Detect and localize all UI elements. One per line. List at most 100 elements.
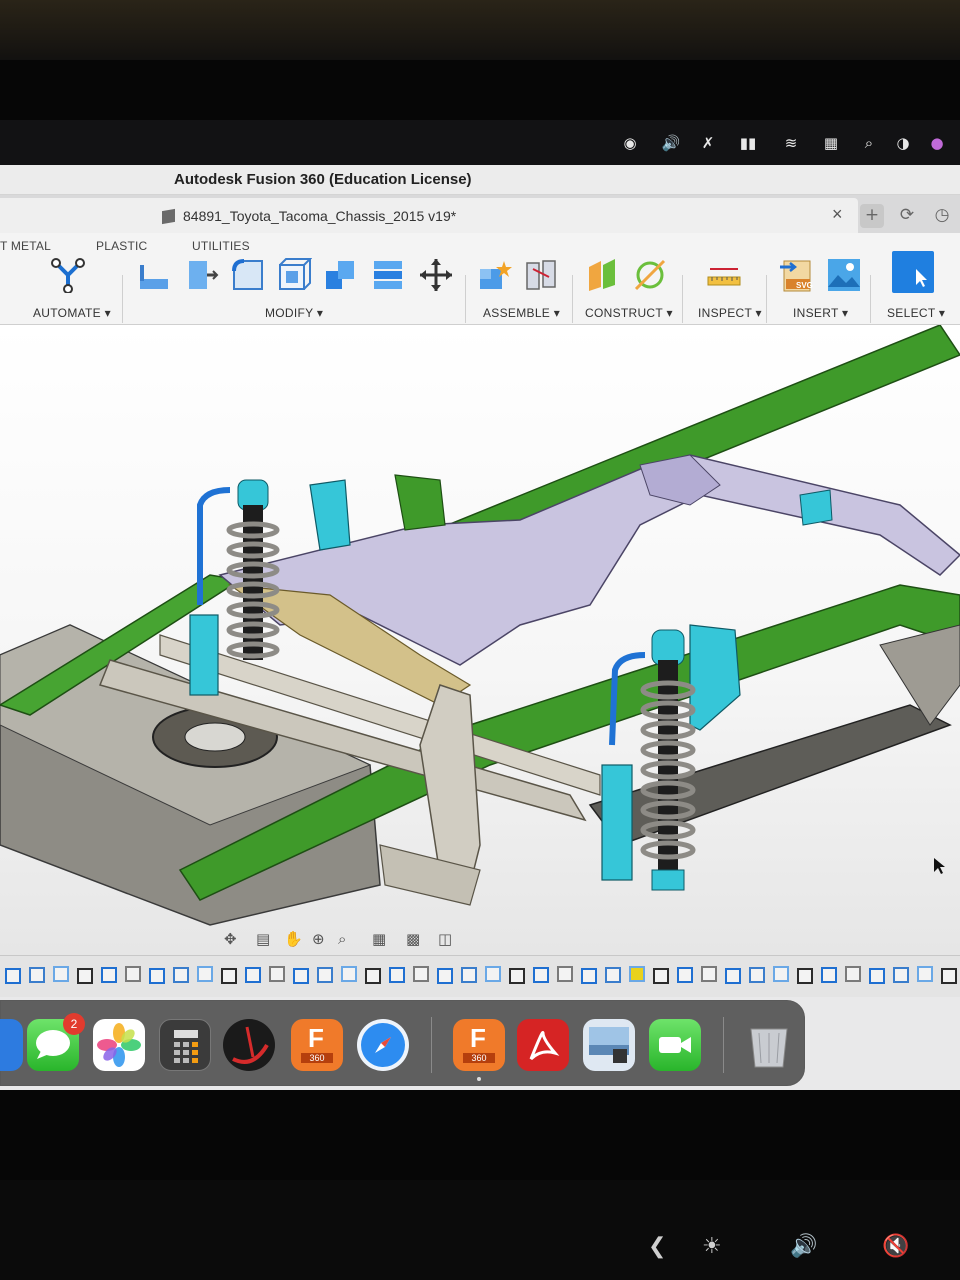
chevron-left-icon[interactable]: ❮	[648, 1234, 666, 1259]
timeline-feature[interactable]	[413, 966, 429, 982]
photos-icon[interactable]	[93, 1019, 145, 1071]
timeline-feature[interactable]	[509, 968, 525, 984]
pan-hand-icon[interactable]: ✋	[284, 930, 304, 950]
facetime-icon[interactable]	[649, 1019, 701, 1071]
scale-icon[interactable]	[370, 257, 406, 293]
control-center-icon[interactable]: ◉	[620, 134, 640, 152]
assemble-group-label[interactable]: ASSEMBLE ▾	[483, 306, 560, 320]
close-tab-icon[interactable]: ×	[832, 204, 843, 225]
timeline-feature[interactable]	[533, 967, 549, 983]
timeline-feature[interactable]	[197, 966, 213, 982]
press-pull-icon[interactable]	[136, 257, 172, 293]
timeline-feature[interactable]	[629, 966, 645, 982]
finder-icon[interactable]	[0, 1019, 23, 1071]
siri-icon[interactable]: ●	[928, 134, 946, 152]
trash-icon[interactable]	[743, 1019, 795, 1071]
select-group-label[interactable]: SELECT ▾	[887, 306, 945, 320]
timeline-feature[interactable]	[149, 968, 165, 984]
timeline-feature[interactable]	[341, 966, 357, 982]
timeline-feature[interactable]	[485, 966, 501, 982]
volume-touchbar-icon[interactable]: 🔊	[790, 1234, 817, 1259]
timeline-feature[interactable]	[101, 967, 117, 983]
timeline-feature[interactable]	[557, 966, 573, 982]
bluetooth-icon[interactable]: ✗	[700, 134, 716, 152]
timeline-feature[interactable]	[773, 966, 789, 982]
timeline-feature[interactable]	[653, 968, 669, 984]
zoom-icon[interactable]: ⊕	[312, 930, 332, 950]
volume-icon[interactable]: 🔊	[660, 134, 682, 152]
measure-icon[interactable]	[706, 257, 742, 293]
timeline-feature[interactable]	[269, 966, 285, 982]
safari-icon[interactable]	[357, 1019, 409, 1071]
3d-viewport[interactable]: ✥ ▤ ✋ ⊕ ⌕ ▦ ▩ ◫	[0, 325, 960, 955]
offset-plane-icon[interactable]	[585, 257, 621, 293]
app-dark-icon[interactable]	[223, 1019, 275, 1071]
timeline-features[interactable]	[0, 956, 960, 998]
timeline-feature[interactable]	[725, 968, 741, 984]
history-clock-icon[interactable]: ◷	[930, 204, 954, 228]
viewports-icon[interactable]: ◫	[438, 930, 458, 950]
select-tool-button[interactable]	[892, 251, 934, 293]
keyboard-icon[interactable]: ▦	[820, 134, 842, 152]
joint-icon[interactable]	[523, 257, 559, 293]
timeline-feature[interactable]	[701, 966, 717, 982]
timeline-feature[interactable]	[797, 968, 813, 984]
timeline-feature[interactable]	[125, 966, 141, 982]
fusion-360-running-icon[interactable]: F 360	[453, 1019, 505, 1071]
timeline-feature[interactable]	[29, 967, 45, 983]
new-tab-button[interactable]: +	[860, 204, 884, 228]
inspect-group-label[interactable]: INSPECT ▾	[698, 306, 762, 320]
fusion-360-icon[interactable]: F 360	[291, 1019, 343, 1071]
messages-icon[interactable]: 2	[27, 1013, 85, 1071]
axis-icon[interactable]	[632, 257, 668, 293]
mute-icon[interactable]: 🔇	[882, 1234, 909, 1259]
timeline-feature[interactable]	[245, 967, 261, 983]
chamfer-icon[interactable]	[230, 257, 266, 293]
timeline-feature[interactable]	[365, 968, 381, 984]
preview-icon[interactable]	[583, 1019, 635, 1071]
timeline-feature[interactable]	[317, 967, 333, 983]
automate-group-label[interactable]: AUTOMATE ▾	[33, 306, 111, 320]
construct-group-label[interactable]: CONSTRUCT ▾	[585, 306, 673, 320]
chassis-model[interactable]	[0, 325, 960, 955]
timeline-feature[interactable]	[437, 968, 453, 984]
timeline-feature[interactable]	[77, 968, 93, 984]
timeline-feature[interactable]	[677, 967, 693, 983]
grid-snaps-icon[interactable]: ▩	[406, 930, 426, 950]
zoom-window-icon[interactable]: ⌕	[338, 930, 358, 950]
timeline-feature[interactable]	[605, 967, 621, 983]
tab-utilities[interactable]: UTILITIES	[192, 239, 250, 253]
draft-icon[interactable]	[322, 257, 358, 293]
document-tab[interactable]: 84891_Toyota_Tacoma_Chassis_2015 v19* ×	[0, 198, 858, 233]
timeline-feature[interactable]	[389, 967, 405, 983]
timeline-feature[interactable]	[917, 966, 933, 982]
control-center-toggle-icon[interactable]: ◑	[893, 134, 913, 152]
timeline-feature[interactable]	[869, 968, 885, 984]
timeline-feature[interactable]	[5, 968, 21, 984]
design-timeline[interactable]	[0, 955, 960, 997]
tab-plastic[interactable]: PLASTIC	[96, 239, 147, 253]
job-status-icon[interactable]: ⟳	[895, 204, 919, 228]
timeline-feature[interactable]	[821, 967, 837, 983]
timeline-feature[interactable]	[293, 968, 309, 984]
insert-group-label[interactable]: INSERT ▾	[793, 306, 848, 320]
timeline-feature[interactable]	[845, 966, 861, 982]
timeline-feature[interactable]	[893, 967, 909, 983]
tab-sheet-metal[interactable]: T METAL	[0, 239, 51, 253]
wifi-icon[interactable]: ≋	[780, 134, 802, 152]
reservoir-left[interactable]	[189, 614, 219, 696]
move-copy-icon[interactable]	[418, 257, 454, 293]
modify-group-label[interactable]: MODIFY ▾	[265, 306, 323, 320]
orbit-icon[interactable]: ✥	[224, 930, 244, 950]
calculator-icon[interactable]	[159, 1019, 211, 1071]
timeline-feature[interactable]	[749, 967, 765, 983]
insert-canvas-icon[interactable]	[826, 257, 862, 293]
timeline-feature[interactable]	[581, 968, 597, 984]
fillet-icon[interactable]	[183, 257, 219, 293]
timeline-feature[interactable]	[461, 967, 477, 983]
timeline-feature[interactable]	[941, 968, 957, 984]
display-settings-icon[interactable]: ▦	[372, 930, 392, 950]
timeline-feature[interactable]	[221, 968, 237, 984]
timeline-feature[interactable]	[53, 966, 69, 982]
shell-icon[interactable]	[276, 257, 312, 293]
